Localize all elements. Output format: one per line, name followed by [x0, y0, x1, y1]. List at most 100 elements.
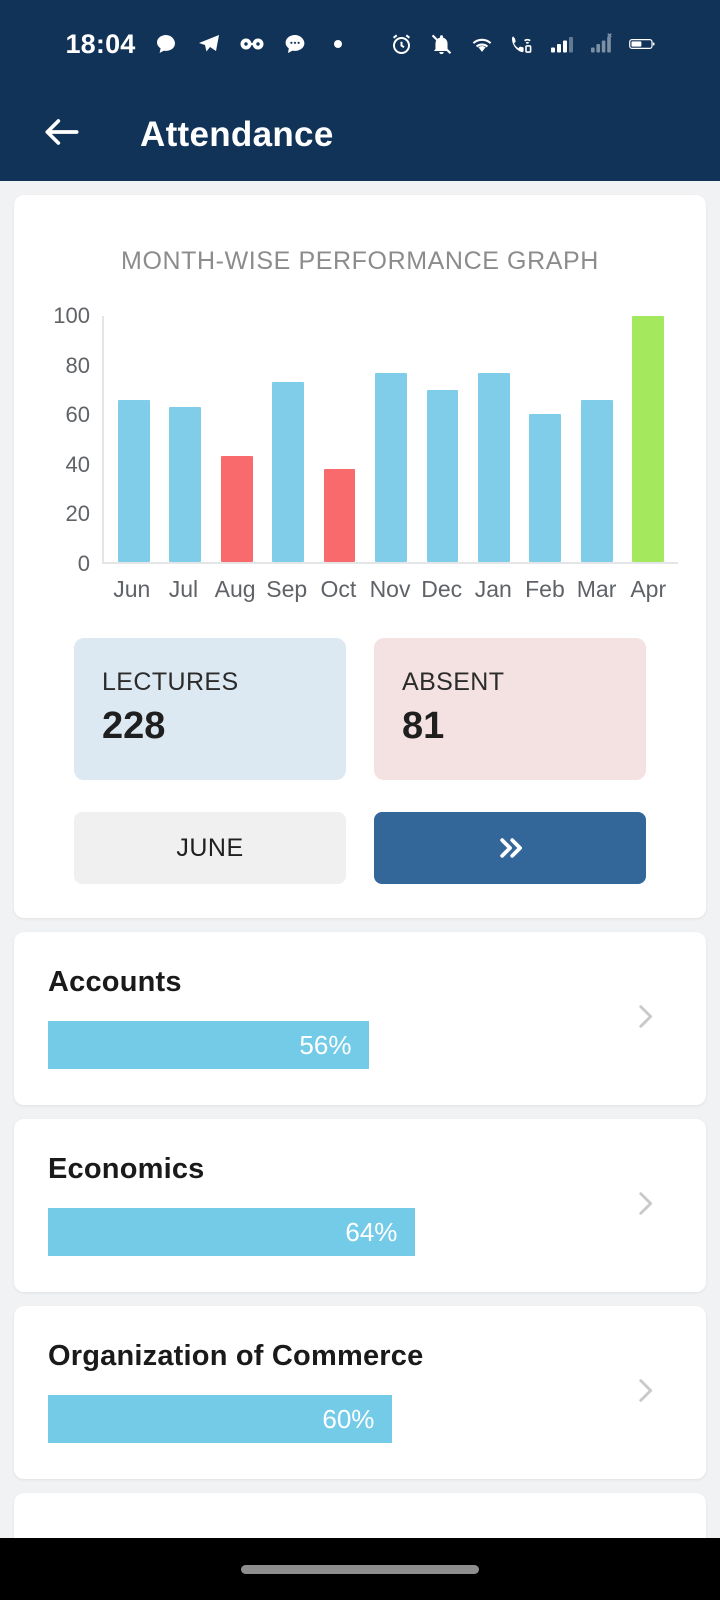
chart-y-tick: 80: [65, 352, 90, 378]
chart-x-tick: Feb: [525, 576, 565, 602]
alarm-icon: [389, 31, 415, 57]
chart-bar: [323, 468, 356, 562]
chart-title: MONTH-WISE PERFORMANCE GRAPH: [121, 247, 599, 275]
scroll-content[interactable]: MONTH-WISE PERFORMANCE GRAPH 0 20 40 60 80 10…: [0, 181, 720, 1600]
chart-x-tick: Jan: [474, 576, 512, 602]
subject-name: Accounts: [48, 966, 182, 998]
wifi-icon: [469, 31, 495, 57]
stat-label-lectures: LECTURES: [102, 668, 239, 696]
status-bar-right: [389, 31, 655, 57]
performance-chart: 0 20 40 60 80 100 Jun Jul Aug Sep Oct Nov Dec Jan Feb…: [42, 303, 678, 606]
chart-x-tick: Nov: [369, 576, 411, 602]
battery-icon: [628, 31, 655, 57]
chart-bar: [220, 456, 253, 562]
stat-value-lectures: 228: [102, 705, 166, 747]
chart-x-tick: Dec: [421, 576, 463, 602]
chart-x-tick: Jul: [168, 576, 199, 602]
attendance-progress-fill: 56%: [48, 1021, 370, 1069]
dot-icon: [325, 31, 351, 57]
chevron-right-icon[interactable]: [628, 1373, 662, 1412]
status-bar-clock: 18:04: [65, 28, 136, 59]
list-item[interactable]: Accounts 56%: [14, 932, 706, 1105]
chart-y-tick: 40: [65, 451, 90, 477]
attendance-percent: 60%: [322, 1403, 375, 1434]
chart-x-tick: Sep: [266, 576, 308, 602]
chart-x-tick: Aug: [214, 576, 256, 602]
attendance-progress-track: 64%: [48, 1208, 622, 1256]
system-navigation-bar: [0, 1538, 720, 1600]
subject-name: Economics: [48, 1153, 205, 1185]
page-title: Attendance: [140, 114, 334, 154]
phone-screen: 18:04 Attendance MONTH-WISE PERFORMANCE …: [0, 0, 720, 1600]
chart-bar-slot: [623, 316, 674, 562]
attendance-progress-track: 56%: [48, 1021, 622, 1069]
attendance-progress-fill: 60%: [48, 1395, 393, 1443]
chevron-right-icon[interactable]: [628, 1186, 662, 1225]
chart-bar-slot: [159, 316, 210, 562]
subject-card-economics[interactable]: Economics 64%: [14, 1119, 706, 1292]
chart-bars: [102, 316, 678, 564]
month-controls: JUNE: [74, 812, 646, 884]
subject-card-organization-of-commerce[interactable]: Organization of Commerce 60%: [14, 1306, 706, 1479]
chart-bar: [426, 389, 459, 562]
signal-no-service-icon: [589, 31, 615, 57]
chart-bar-slot: [417, 316, 468, 562]
chart-y-tick: 60: [65, 402, 90, 428]
telegram-icon: [196, 31, 222, 57]
chart-x-tick: Oct: [320, 576, 357, 602]
chart-bar-slot: [314, 316, 365, 562]
chart-bar-slot: [211, 316, 262, 562]
signal-bars-icon: [549, 31, 575, 57]
bell-muted-icon: [429, 31, 455, 57]
chart-bar: [272, 382, 305, 562]
chart-bar-slot: [262, 316, 313, 562]
chevron-right-icon[interactable]: [628, 999, 662, 1038]
chart-bar-slot: [108, 316, 159, 562]
chart-y-tick: 0: [77, 551, 90, 576]
attendance-percent: 56%: [299, 1029, 352, 1060]
list-item[interactable]: Economics 64%: [14, 1119, 706, 1292]
stat-card-lectures: LECTURES 228: [74, 638, 346, 780]
chart-bar: [169, 407, 202, 562]
list-item[interactable]: Organization of Commerce 60%: [14, 1306, 706, 1479]
chart-bar-slot: [468, 316, 519, 562]
subject-card-accounts[interactable]: Accounts 56%: [14, 932, 706, 1105]
chat-bubble-icon: [153, 31, 179, 57]
chart-bar-slot: [520, 316, 571, 562]
chart-x-tick: Mar: [576, 576, 617, 602]
attendance-progress-track: 60%: [48, 1395, 622, 1443]
chart-bar: [477, 372, 510, 562]
back-button[interactable]: [34, 107, 90, 163]
chart-bar-slot: [571, 316, 622, 562]
stat-tiles: LECTURES 228 ABSENT 81: [74, 638, 646, 780]
messages-icon: [282, 31, 308, 57]
chart-x-tick: Apr: [630, 576, 667, 602]
chart-y-axis: 0 20 40 60 80 100: [42, 303, 102, 576]
chart-bar: [632, 316, 665, 562]
next-month-button[interactable]: [374, 812, 646, 884]
stat-card-absent: ABSENT 81: [374, 638, 646, 780]
chart-x-axis: Jun Jul Aug Sep Oct Nov Dec Jan Feb Mar Apr: [102, 576, 678, 603]
chart-x-tick: Jun: [113, 576, 151, 602]
subject-name: Organization of Commerce: [48, 1340, 424, 1372]
wifi-calling-icon: [509, 31, 535, 57]
chart-bar: [375, 372, 407, 562]
performance-card: MONTH-WISE PERFORMANCE GRAPH 0 20 40 60 80 10…: [14, 195, 706, 918]
stat-value-absent: 81: [402, 705, 445, 747]
glasses-icon: [239, 31, 265, 57]
chart-bar: [117, 399, 150, 562]
app-bar: Attendance: [0, 88, 720, 181]
stat-label-absent: ABSENT: [402, 668, 505, 696]
home-gesture-pill[interactable]: [241, 1564, 479, 1574]
status-bar-left: 18:04: [65, 29, 350, 60]
attendance-progress-fill: 64%: [48, 1208, 416, 1256]
chart-plot-area: 0 20 40 60 80 100: [42, 303, 678, 576]
chart-y-tick: 20: [65, 501, 90, 527]
chart-bar: [529, 414, 562, 562]
chart-y-tick: 100: [53, 303, 90, 328]
month-selector-button[interactable]: JUNE: [74, 812, 346, 884]
status-bar: 18:04: [0, 0, 720, 88]
chart-bar-slot: [365, 316, 416, 562]
arrow-left-icon: [40, 110, 84, 159]
attendance-percent: 64%: [345, 1216, 398, 1247]
